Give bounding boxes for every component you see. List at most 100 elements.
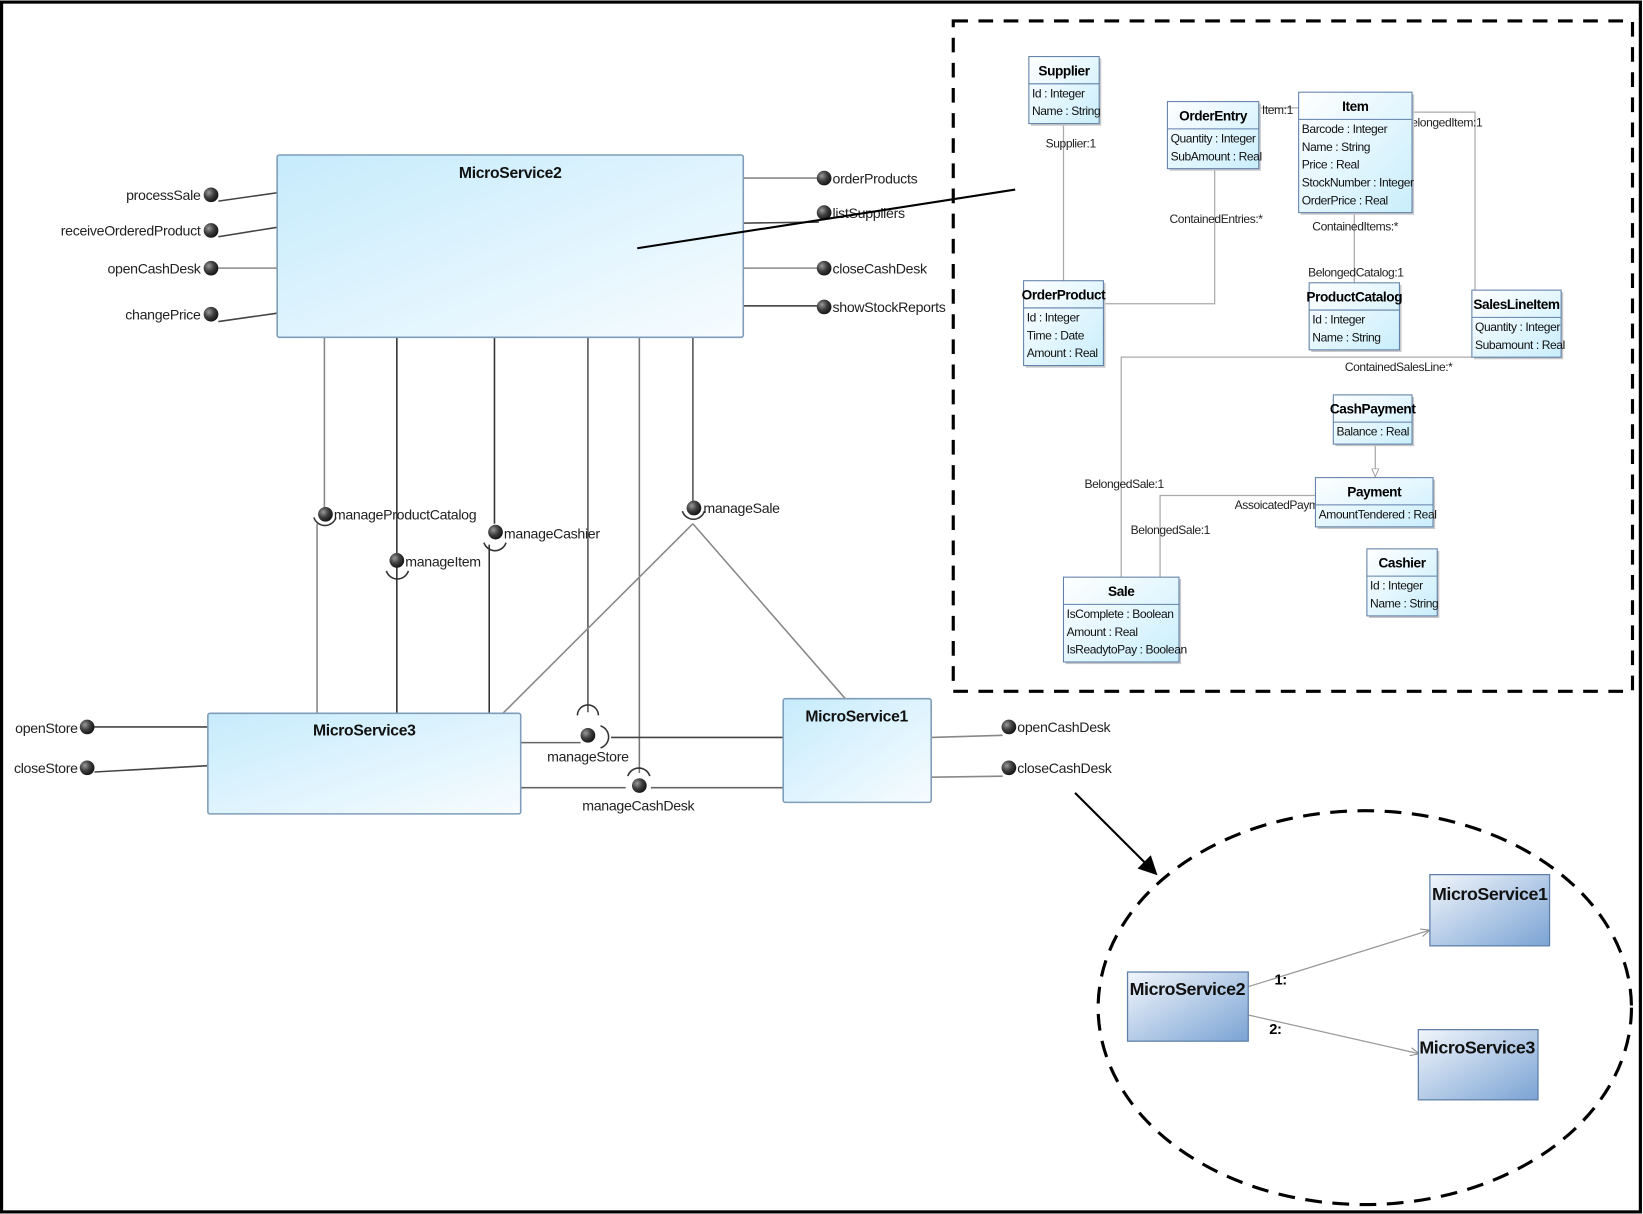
provided-interface[interactable]: changePrice <box>125 306 219 322</box>
svg-text:Supplier:1: Supplier:1 <box>1046 137 1097 151</box>
class-name: OrderProduct <box>1022 288 1107 303</box>
association-labels: Supplier:1 Item:1 BelongedItem:1 Contain… <box>1046 103 1484 537</box>
class-attribute: OrderPrice : Real <box>1302 193 1388 207</box>
class-name: Item <box>1342 99 1369 114</box>
ms2-left-ports: processSale receiveOrderedProduct openCa… <box>61 187 219 322</box>
interface-managecashier[interactable]: manageCashier <box>483 524 601 552</box>
interface-ball-icon <box>1001 760 1017 776</box>
component-microservice2[interactable]: MicroService2 <box>276 154 745 339</box>
provided-interface[interactable]: showStockReports <box>816 299 946 315</box>
zoom-arrow <box>1074 792 1158 876</box>
class-item[interactable]: Item Barcode : Integer Name : String Price … <box>1298 91 1414 215</box>
class-orderproduct[interactable]: OrderProduct Id : Integer Time : Date Amoun… <box>1022 280 1107 368</box>
class-attribute: Amount : Real <box>1027 346 1098 360</box>
lifeline-title: MicroService3 <box>1419 1038 1535 1058</box>
lifeline-microservice1[interactable]: MicroService1 <box>1429 873 1551 947</box>
class-attribute: Price : Real <box>1302 158 1359 172</box>
ms3-left-ports: openStore closeStore <box>14 719 95 776</box>
class-attribute: IsReadytoPay : Boolean <box>1067 643 1187 657</box>
interface-manageproductcatalog[interactable]: manageProductCatalog <box>313 506 477 527</box>
svg-text:BelongedCatalog:1: BelongedCatalog:1 <box>1308 266 1404 280</box>
interface-ball-icon <box>203 306 219 322</box>
interface-ball-icon <box>632 778 647 793</box>
svg-text:manageItem: manageItem <box>405 554 481 570</box>
class-attribute: Amount : Real <box>1067 625 1138 639</box>
class-attribute: Quantity : Integer <box>1171 131 1256 145</box>
interface-ball-icon <box>389 553 405 568</box>
communication-diagram: 1: 2: MicroService2 MicroService1 MicroS… <box>1096 809 1634 1207</box>
class-saleslineitem[interactable]: SalesLineItem Quantity : Integer Subamount… <box>1471 289 1565 360</box>
interface-ball-icon <box>816 260 832 276</box>
svg-text:processSale: processSale <box>126 187 201 203</box>
message-label: 1: <box>1275 973 1287 989</box>
svg-text:openCashDesk: openCashDesk <box>1017 719 1111 735</box>
class-name: Payment <box>1347 485 1402 500</box>
class-orderentry[interactable]: OrderEntry Quantity : Integer SubAmount : … <box>1166 101 1262 171</box>
provided-interface[interactable]: openStore <box>15 719 95 737</box>
component-title: MicroService3 <box>313 722 416 739</box>
svg-text:manageProductCatalog: manageProductCatalog <box>334 507 476 523</box>
interface-ball-icon <box>203 260 219 276</box>
lifeline-microservice2[interactable]: MicroService2 <box>1126 971 1249 1042</box>
interface-ball-icon <box>79 719 95 735</box>
interface-ball-icon <box>203 187 219 203</box>
svg-text:closeStore: closeStore <box>14 760 78 776</box>
class-name: Sale <box>1108 584 1135 599</box>
class-attribute: Id : Integer <box>1312 313 1365 327</box>
svg-text:manageCashier: manageCashier <box>504 525 600 541</box>
class-name: ProductCatalog <box>1306 290 1402 305</box>
lifeline-title: MicroService1 <box>1432 884 1548 904</box>
class-attribute: Id : Integer <box>1370 579 1423 593</box>
class-name: SalesLineItem <box>1473 297 1560 312</box>
class-cashpayment[interactable]: CashPayment Balance : Real <box>1330 394 1417 447</box>
class-attribute: Name : String <box>1370 597 1438 611</box>
interface-managesale[interactable]: manageSale <box>681 500 781 520</box>
class-attribute: Id : Integer <box>1027 311 1080 325</box>
provided-interface[interactable]: closeCashDesk <box>816 260 928 276</box>
svg-text:manageStore: manageStore <box>547 749 629 765</box>
class-name: Cashier <box>1379 556 1427 571</box>
svg-text:orderProducts: orderProducts <box>833 170 918 186</box>
provided-interface[interactable]: openCashDesk <box>107 260 219 276</box>
interface-ball-icon <box>318 506 333 522</box>
provided-interface[interactable]: closeCashDesk <box>1001 760 1113 776</box>
interface-ball-icon <box>79 760 95 776</box>
component-microservice3[interactable]: MicroService3 <box>207 712 522 815</box>
class-boxes: Supplier Id : Integer Name : String OrderEn… <box>1022 56 1565 665</box>
provided-interface[interactable]: processSale <box>126 187 219 203</box>
svg-text:ContainedItems:*: ContainedItems:* <box>1312 219 1399 233</box>
provided-interface[interactable]: orderProducts <box>816 170 918 186</box>
svg-text:Item:1: Item:1 <box>1262 103 1294 117</box>
svg-text:openStore: openStore <box>15 720 78 736</box>
ms1-right-ports: openCashDesk closeCashDesk <box>1001 719 1113 776</box>
provided-interface[interactable]: openCashDesk <box>1001 719 1112 735</box>
socket-icon <box>483 542 507 552</box>
svg-text:BelongedSale:1: BelongedSale:1 <box>1131 523 1211 537</box>
svg-text:openCashDesk: openCashDesk <box>107 260 201 276</box>
class-supplier[interactable]: Supplier Id : Integer Name : String <box>1028 56 1102 126</box>
class-cashier[interactable]: Cashier Id : Integer Name : String <box>1366 548 1440 618</box>
svg-text:changePrice: changePrice <box>125 306 201 322</box>
class-attribute: Name : String <box>1302 140 1370 154</box>
class-sale[interactable]: Sale IsComplete : Boolean Amount : Real IsR… <box>1062 576 1187 665</box>
svg-text:showStockReports: showStockReports <box>833 299 946 315</box>
interface-managecashdesk[interactable]: manageCashDesk <box>582 767 696 814</box>
class-attribute: Id : Integer <box>1032 86 1085 100</box>
class-diagram-panel: Supplier:1 Item:1 BelongedItem:1 Contain… <box>951 19 1635 693</box>
class-name: OrderEntry <box>1179 108 1248 123</box>
class-productcatalog[interactable]: ProductCatalog Id : Integer Name : String <box>1306 282 1403 352</box>
class-attribute: Quantity : Integer <box>1475 320 1560 334</box>
class-payment[interactable]: Payment AmountTendered : Real <box>1314 477 1437 529</box>
svg-text:BelongedItem:1: BelongedItem:1 <box>1404 116 1483 130</box>
lifeline-title: MicroService2 <box>1130 979 1246 999</box>
component-microservice1[interactable]: MicroService1 <box>782 697 932 804</box>
message-label: 2: <box>1269 1022 1281 1038</box>
lifeline-microservice3[interactable]: MicroService3 <box>1417 1029 1539 1101</box>
provided-interface[interactable]: receiveOrderedProduct <box>61 223 219 239</box>
provided-interface[interactable]: closeStore <box>14 760 95 776</box>
class-attribute: IsComplete : Boolean <box>1067 607 1174 621</box>
interface-managestore[interactable]: manageStore <box>547 704 629 765</box>
interface-manageitem[interactable]: manageItem <box>385 553 481 580</box>
svg-text:manageSale: manageSale <box>703 500 780 516</box>
svg-text:ContainedEntries:*: ContainedEntries:* <box>1170 212 1264 226</box>
